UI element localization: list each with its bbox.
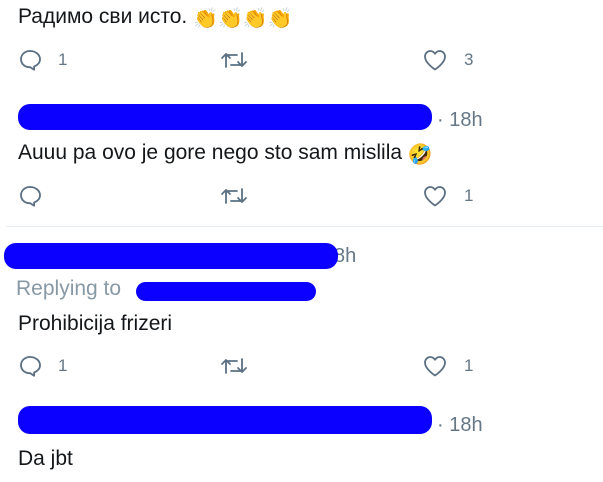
tweet-actions: 1 1: [0, 353, 603, 379]
redacted-username: [18, 104, 432, 130]
clapping-hands-emoji: 👏👏👏👏: [193, 8, 293, 30]
replying-to-label: Replying to: [16, 277, 122, 300]
tweet-text: Prohibicija frizeri: [18, 311, 172, 337]
tweet-timestamp[interactable]: · 18h: [437, 413, 483, 437]
retweet-button[interactable]: [220, 183, 264, 209]
retweet-icon: [221, 52, 247, 68]
like-button[interactable]: 1: [422, 183, 473, 209]
reply-count: 1: [58, 50, 68, 69]
tweet-text-content: Auuu pa ovo je gore nego sto sam mislila: [18, 141, 403, 164]
like-button[interactable]: 1: [422, 353, 473, 379]
tweet-text-content: Prohibicija frizeri: [18, 312, 173, 335]
like-count: 1: [464, 186, 474, 205]
like-count: 3: [464, 50, 474, 69]
tweet-text: Auuu pa ovo je gore nego sto sam mislila…: [18, 140, 433, 167]
like-count: 1: [464, 356, 474, 375]
retweet-button[interactable]: [220, 47, 264, 73]
tweet-divider: [6, 226, 603, 227]
tweet-actions: 1: [0, 183, 603, 209]
heart-icon: [424, 186, 446, 207]
heart-icon: [424, 50, 446, 71]
retweet-icon: [221, 358, 247, 374]
retweet-button[interactable]: [220, 353, 264, 379]
reply-icon: [20, 356, 41, 377]
like-button[interactable]: 3: [422, 47, 473, 73]
reply-button[interactable]: 1: [18, 47, 67, 73]
tweet-text: Da jbt: [18, 446, 73, 472]
tweet-text-content: Радимо сви исто.: [18, 5, 188, 28]
reply-button[interactable]: 1: [18, 353, 67, 379]
tweet-actions: 1 3: [0, 47, 603, 73]
retweet-icon: [221, 188, 247, 204]
heart-icon: [424, 356, 446, 377]
reply-icon: [20, 50, 41, 71]
redacted-reply-handle: [136, 282, 316, 301]
tweet-timestamp[interactable]: · 18h: [437, 108, 483, 132]
tweet-text-content: Da jbt: [18, 447, 73, 470]
redacted-username: [4, 243, 338, 269]
reply-button[interactable]: [18, 183, 58, 209]
reply-count: 1: [58, 356, 68, 375]
reply-icon: [20, 186, 41, 207]
tweet-text: Радимо сви исто. 👏👏👏👏: [18, 4, 293, 31]
rolling-laughing-emoji: 🤣: [407, 144, 433, 166]
redacted-username: [18, 406, 432, 434]
